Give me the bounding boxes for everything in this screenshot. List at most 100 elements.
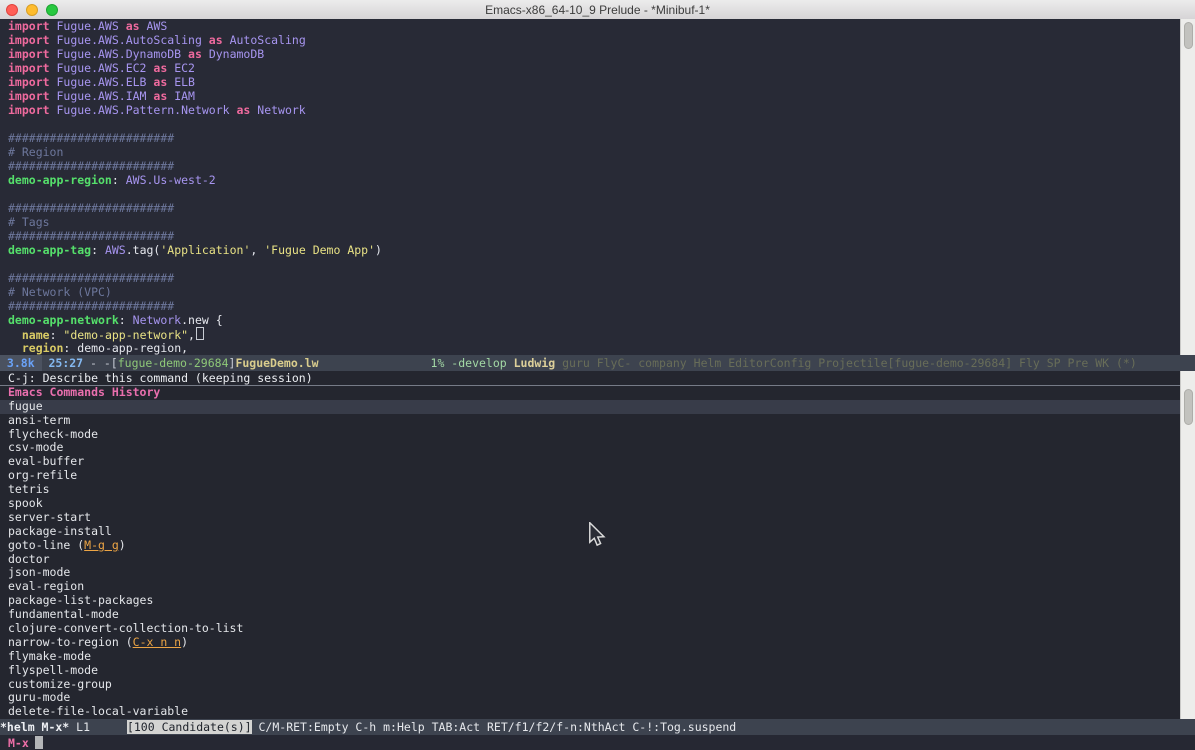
scrollbar-code[interactable] (1180, 19, 1195, 355)
candidate-label: fugue (8, 399, 43, 413)
code-line (8, 187, 1180, 201)
code-line: ######################## (8, 271, 1180, 285)
segment-mod: Fugue.AWS.DynamoDB (56, 47, 188, 61)
helm-candidate[interactable]: flycheck-mode (0, 428, 1180, 442)
helm-candidate[interactable]: flyspell-mode (0, 664, 1180, 678)
segment-var: demo-app-network (8, 313, 119, 327)
segment-kw: import (8, 75, 56, 89)
helm-candidate[interactable]: eval-region (0, 580, 1180, 594)
helm-candidate[interactable]: json-mode (0, 566, 1180, 580)
candidate-label: doctor (8, 552, 50, 566)
segment-mlgray: ] (229, 356, 236, 370)
helm-candidate[interactable]: customize-group (0, 678, 1180, 692)
helm-candidate[interactable]: clojure-convert-collection-to-list (0, 622, 1180, 636)
helm-candidate[interactable]: org-refile (0, 469, 1180, 483)
code-line: import Fugue.AWS.AutoScaling as AutoScal… (8, 33, 1180, 47)
traffic-lights (6, 4, 58, 16)
segment-kw: import (8, 89, 56, 103)
candidate-label: narrow-to-region (8, 635, 119, 649)
helm-candidate[interactable]: guru-mode (0, 691, 1180, 705)
helm-candidate[interactable]: spook (0, 497, 1180, 511)
segment-kw: import (8, 103, 56, 117)
segment-kw: as (153, 75, 174, 89)
code-line: demo-app-network: Network.new { (8, 313, 1180, 327)
segment-mod: Fugue.AWS.Pattern.Network (56, 103, 236, 117)
segment-key: region (22, 341, 64, 355)
window-title: Emacs-x86_64-10_9 Prelude - *Minibuf-1* (0, 3, 1195, 17)
segment-cur (196, 327, 204, 340)
helm-candidate[interactable]: csv-mode (0, 441, 1180, 455)
helm-candidate[interactable]: ansi-term (0, 414, 1180, 428)
candidate-label: customize-group (8, 677, 112, 691)
code-line: ######################## (8, 299, 1180, 313)
code-line: # Region (8, 145, 1180, 159)
code-line: demo-app-region: AWS.Us-west-2 (8, 173, 1180, 187)
code-buffer-modeline: 3.8k 25:27 - -[fugue-demo-29684]FugueDem… (0, 355, 1195, 371)
segment-hmlbold: *helm M-x* (0, 720, 76, 734)
candidate-label: ansi-term (8, 413, 70, 427)
segment-mod: Fugue.AWS.EC2 (56, 61, 153, 75)
helm-candidate[interactable]: eval-buffer (0, 455, 1180, 469)
scrollbar-thumb[interactable] (1184, 22, 1193, 49)
zoom-button-icon[interactable] (46, 4, 58, 16)
code-line: import Fugue.AWS.Pattern.Network as Netw… (8, 103, 1180, 117)
segment-pl: ) (375, 243, 382, 257)
code-line: import Fugue.AWS.DynamoDB as DynamoDB (8, 47, 1180, 61)
segment-mod: Fugue.AWS.AutoScaling (56, 33, 208, 47)
candidate-label: eval-region (8, 579, 84, 593)
code-line: import Fugue.AWS as AWS (8, 19, 1180, 33)
helm-candidate[interactable]: fugue (0, 400, 1180, 414)
candidate-label: org-refile (8, 468, 77, 482)
candidate-label: flycheck-mode (8, 427, 98, 441)
segment-cm: # Network (VPC) (8, 285, 112, 299)
code-buffer[interactable]: import Fugue.AWS as AWSimport Fugue.AWS.… (0, 19, 1180, 355)
helm-candidate[interactable]: package-list-packages (0, 594, 1180, 608)
code-line: import Fugue.AWS.IAM as IAM (8, 89, 1180, 103)
helm-modeline: *helm M-x* L1 [100 Candidate(s)] C/M-RET… (0, 719, 1195, 735)
segment-kw: as (209, 33, 230, 47)
segment-str: "demo-app-network" (63, 328, 188, 342)
segment-mod: Fugue.AWS (56, 19, 125, 33)
segment-pl (8, 341, 22, 355)
minibuffer[interactable]: M-x (0, 735, 1195, 750)
segment-mod: IAM (174, 89, 195, 103)
segment-mlgray: - -[ (90, 356, 118, 370)
segment-mod: AutoScaling (230, 33, 306, 47)
segment-pl: : (63, 341, 77, 355)
candidate-label: json-mode (8, 565, 70, 579)
segment-cm: ######################## (8, 229, 174, 243)
code-line: demo-app-tag: AWS.tag('Application', 'Fu… (8, 243, 1180, 257)
candidate-keybinding: C-x n n (133, 635, 181, 649)
segment-pl: , (250, 243, 264, 257)
helm-candidate[interactable]: flymake-mode (0, 650, 1180, 664)
helm-candidate[interactable]: narrow-to-region (C-x n n) (0, 636, 1180, 650)
candidate-label: flyspell-mode (8, 663, 98, 677)
titlebar[interactable]: Emacs-x86_64-10_9 Prelude - *Minibuf-1* (0, 0, 1195, 20)
code-line: ######################## (8, 131, 1180, 145)
code-line: region: demo-app-region, (8, 341, 1180, 355)
segment-key: name (22, 328, 50, 342)
segment-mod: AWS.Us-west-2 (126, 173, 216, 187)
code-line: ######################## (8, 201, 1180, 215)
code-line: # Tags (8, 215, 1180, 229)
mouse-cursor-icon (588, 522, 606, 551)
scrollbar-helm[interactable] (1180, 371, 1195, 719)
segment-pl: demo-app-region, (77, 341, 188, 355)
segment-cm: ######################## (8, 131, 174, 145)
candidate-label: server-start (8, 510, 91, 524)
segment-chip: 3.8k (0, 355, 42, 371)
segment-kw: as (126, 19, 147, 33)
code-line: import Fugue.AWS.ELB as ELB (8, 75, 1180, 89)
segment-kw: import (8, 47, 56, 61)
helm-candidate[interactable]: delete-file-local-variable (0, 705, 1180, 719)
segment-pl: .new { (181, 313, 223, 327)
scrollbar-thumb[interactable] (1184, 389, 1193, 425)
minimize-button-icon[interactable] (26, 4, 38, 16)
close-button-icon[interactable] (6, 4, 18, 16)
code-line (8, 257, 1180, 271)
helm-candidate[interactable]: doctor (0, 553, 1180, 567)
segment-mldim: guru FlyC- company Helm EditorConfig Pro… (562, 356, 1137, 370)
helm-candidate[interactable]: tetris (0, 483, 1180, 497)
segment-hmlplain: L1 (76, 720, 97, 734)
helm-candidate[interactable]: fundamental-mode (0, 608, 1180, 622)
